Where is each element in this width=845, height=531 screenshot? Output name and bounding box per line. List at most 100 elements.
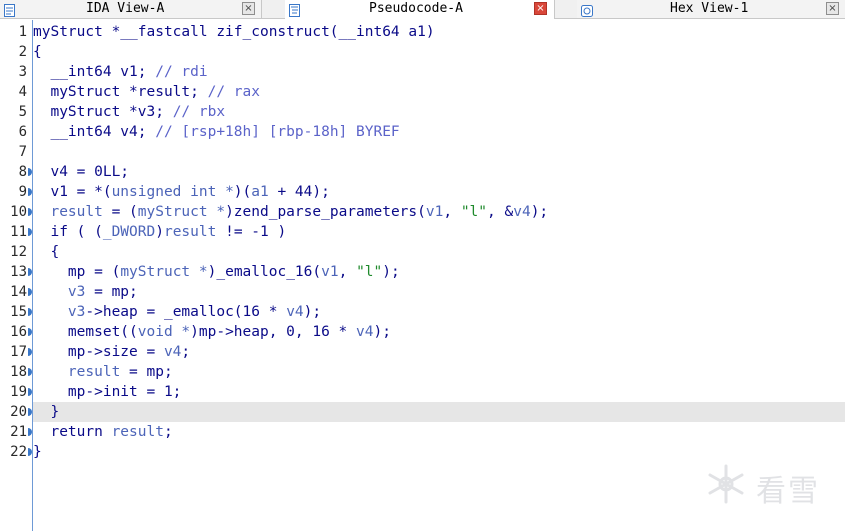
code-line[interactable]: 18 result = mp; [0,362,845,382]
code-text[interactable]: mp = (myStruct *)_emalloc_16(v1, "l"); [33,262,845,282]
code-line[interactable]: 14 v3 = mp; [0,282,845,302]
code-line[interactable]: 15 v3->heap = _emalloc(16 * v4); [0,302,845,322]
code-token[interactable]: v4 [356,324,373,340]
code-token[interactable]: a1 [251,184,268,200]
code-line[interactable]: 20 } [0,402,845,422]
code-text[interactable]: mp->init = 1; [33,382,845,402]
code-token[interactable]: "l" [356,264,382,280]
tab-hex-view-1[interactable]: Hex View-1 × [577,0,845,18]
code-token[interactable]: void * [138,324,190,340]
code-token[interactable]: v4 [286,304,303,320]
code-token[interactable]: myStruct *v3; [33,104,173,120]
code-token[interactable]: ); [304,304,321,320]
code-line[interactable]: 7 [0,142,845,162]
code-token[interactable]: , [339,264,356,280]
breakpoint-marker-icon[interactable] [28,188,32,196]
code-token[interactable]: } [33,404,59,420]
breakpoint-marker-icon[interactable] [28,388,32,396]
code-line[interactable]: 4 myStruct *result; // rax [0,82,845,102]
code-token[interactable]: memset(( [33,324,138,340]
code-text[interactable]: return result; [33,422,845,442]
code-token[interactable]: myStruct *__fastcall zif_construct(__int… [33,24,435,40]
code-token[interactable]: = mp; [85,284,138,300]
code-token[interactable]: , & [487,204,513,220]
breakpoint-marker-icon[interactable] [28,428,32,436]
code-token[interactable]: )_emalloc_16( [208,264,322,280]
code-token[interactable]: // [rsp+18h] [rbp-18h] BYREF [155,124,399,140]
code-token[interactable]: __int64 v1; [33,64,155,80]
code-token[interactable]: v3 [33,284,85,300]
code-token[interactable]: ); [374,324,391,340]
code-token[interactable]: // rax [208,84,260,100]
breakpoint-marker-icon[interactable] [28,408,32,416]
code-token[interactable]: v1 [426,204,443,220]
code-line[interactable]: 16 memset((void *)mp->heap, 0, 16 * v4); [0,322,845,342]
code-text[interactable]: memset((void *)mp->heap, 0, 16 * v4); [33,322,845,342]
code-token[interactable]: = mp; [120,364,173,380]
breakpoint-marker-icon[interactable] [28,448,32,456]
code-token[interactable]: ); [531,204,548,220]
breakpoint-marker-icon[interactable] [28,268,32,276]
code-text[interactable]: result = mp; [33,362,845,382]
code-token[interactable]: { [33,244,59,260]
code-token[interactable]: myStruct * [120,264,207,280]
code-token[interactable]: = ( [103,204,138,220]
code-line[interactable]: 17 mp->size = v4; [0,342,845,362]
code-text[interactable]: if ( (_DWORD)result != -1 ) [33,222,845,242]
code-line[interactable]: 22} [0,442,845,462]
code-token[interactable]: result [164,224,216,240]
code-text[interactable]: myStruct *__fastcall zif_construct(__int… [33,22,845,42]
code-token[interactable]: ; [164,424,173,440]
code-text[interactable]: } [33,442,845,462]
code-text[interactable]: } [33,402,845,422]
close-icon[interactable]: × [242,2,255,15]
code-text[interactable]: v3 = mp; [33,282,845,302]
code-token[interactable]: v4 [513,204,530,220]
code-text[interactable] [33,142,845,162]
code-token[interactable]: __int64 v4; [33,124,155,140]
code-token[interactable]: + 44); [269,184,329,200]
code-line[interactable]: 1 myStruct *__fastcall zif_construct(__in… [0,22,845,42]
code-token[interactable]: return [33,424,112,440]
code-token[interactable]: // rbx [173,104,225,120]
code-token[interactable]: result [33,364,120,380]
code-line[interactable]: 8 v4 = 0LL; [0,162,845,182]
code-token[interactable]: v3 [33,304,85,320]
code-line[interactable]: 3 __int64 v1; // rdi [0,62,845,82]
code-line[interactable]: 9 v1 = *(unsigned int *)(a1 + 44); [0,182,845,202]
code-line[interactable]: 5 myStruct *v3; // rbx [0,102,845,122]
code-text[interactable]: v4 = 0LL; [33,162,845,182]
code-text[interactable]: { [33,42,845,62]
code-token[interactable]: != -1 ) [216,224,286,240]
code-text[interactable]: myStruct *v3; // rbx [33,102,845,122]
code-line[interactable]: 6 __int64 v4; // [rsp+18h] [rbp-18h] BYR… [0,122,845,142]
breakpoint-marker-icon[interactable] [28,228,32,236]
code-token[interactable]: mp = ( [33,264,120,280]
code-line[interactable]: 11 if ( (_DWORD)result != -1 ) [0,222,845,242]
code-token[interactable]: ; [181,344,190,360]
code-line[interactable]: 10 result = (myStruct *)zend_parse_param… [0,202,845,222]
code-token[interactable]: // rdi [155,64,207,80]
breakpoint-marker-icon[interactable] [28,208,32,216]
code-text[interactable]: __int64 v1; // rdi [33,62,845,82]
code-token[interactable]: } [33,444,42,460]
code-token[interactable]: v1 [321,264,338,280]
code-token[interactable]: { [33,44,42,60]
code-token[interactable]: if ( ( [33,224,102,240]
code-token[interactable]: mp->size = [33,344,164,360]
code-line[interactable]: 19 mp->init = 1; [0,382,845,402]
code-token[interactable]: , [443,204,460,220]
breakpoint-marker-icon[interactable] [28,328,32,336]
code-text[interactable]: __int64 v4; // [rsp+18h] [rbp-18h] BYREF [33,122,845,142]
tab-pseudocode-a[interactable]: Pseudocode-A × [285,0,555,19]
code-token[interactable]: myStruct * [138,204,225,220]
code-token[interactable]: mp->init = 1; [33,384,182,400]
code-token[interactable]: result [112,424,164,440]
code-token[interactable]: _DWORD [103,224,155,240]
close-icon[interactable]: × [826,2,839,15]
code-text[interactable]: myStruct *result; // rax [33,82,845,102]
tab-ida-view-a[interactable]: IDA View-A × [0,0,262,18]
code-line[interactable]: 2{ [0,42,845,62]
code-text[interactable]: v1 = *(unsigned int *)(a1 + 44); [33,182,845,202]
breakpoint-marker-icon[interactable] [28,348,32,356]
